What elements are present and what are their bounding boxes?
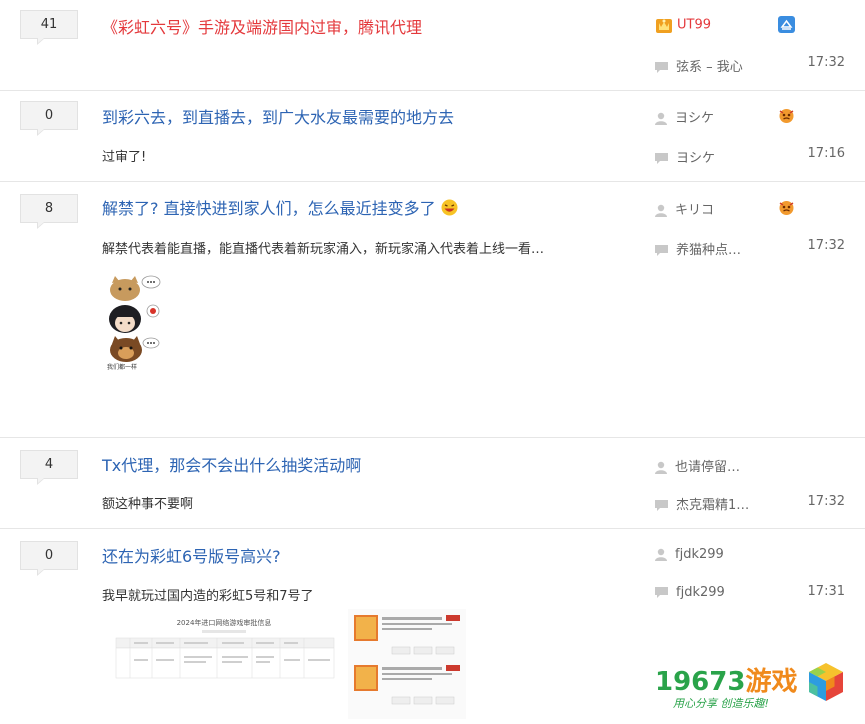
thread-excerpt: 我早就玩过国内造的彩虹5号和7号了 (102, 589, 314, 604)
last-reply-user: 养猫种点… (676, 243, 742, 258)
document-title: 2024年进口网络游戏审批信息 (176, 619, 272, 627)
thread-row: 0 到彩六去，到直播去，到广大水友最需要的地方去 过审了! ヨシケ ヨシケ 17… (0, 91, 865, 182)
sticker-image[interactable]: 我们都一样 (103, 274, 165, 371)
level-badge-icon (778, 16, 795, 33)
last-reply[interactable]: 养猫种点… (655, 239, 741, 258)
meme-faces-icon (109, 275, 161, 362)
reply-time: 17:16 (807, 146, 845, 161)
sticker-caption: 我们都一样 (107, 364, 138, 371)
emoji-badge-icon (779, 109, 794, 123)
thread-author[interactable]: fjdk299 (655, 547, 724, 562)
approval-document-image[interactable]: 2024年进口网络游戏审批信息 (112, 614, 336, 684)
chat-icon (655, 152, 668, 164)
author-name: ヨシケ (675, 111, 715, 126)
reply-count: 8 (20, 194, 78, 229)
game-entries-icon (348, 609, 466, 719)
thread-excerpt: 过审了! (102, 150, 147, 165)
last-reply[interactable]: 杰克霜精1… (655, 494, 749, 513)
last-reply[interactable]: ヨシケ (655, 147, 715, 166)
last-reply[interactable]: fjdk299 (655, 585, 725, 600)
thread-title[interactable]: Tx代理，那会不会出什么抽奖活动啊 (102, 452, 361, 476)
watermark-slogan: 用心分享 创造乐趣! (673, 697, 769, 710)
reply-count: 0 (20, 101, 78, 136)
reply-time: 17:31 (807, 584, 845, 599)
thread-title[interactable]: 解禁了? 直接快进到家人们，怎么最近挂变多了 (102, 195, 458, 219)
last-reply-user: 杰克霜精1… (676, 498, 750, 513)
user-icon (655, 548, 667, 561)
thread-title-text: 解禁了? 直接快进到家人们，怎么最近挂变多了 (102, 199, 436, 218)
emoji-badge-icon (779, 201, 794, 215)
author-name: UT99 (677, 17, 711, 33)
thread-title[interactable]: 到彩六去，到直播去，到广大水友最需要的地方去 (102, 104, 454, 128)
reply-time: 17:32 (807, 494, 845, 509)
thread-author[interactable]: キリコ (655, 199, 714, 218)
cube-logo-icon (809, 663, 843, 701)
thread-row: 41 《彩虹六号》手游及端游国内过审，腾讯代理 UT99 弦系 – 我心 17:… (0, 0, 865, 91)
last-reply-user: fjdk299 (676, 585, 725, 600)
author-name: キリコ (675, 203, 715, 218)
last-reply[interactable]: 弦系 – 我心 (655, 56, 743, 75)
user-icon (655, 461, 667, 474)
chat-icon (655, 61, 668, 73)
user-icon (655, 204, 667, 217)
reply-count: 4 (20, 450, 78, 485)
reply-count: 41 (20, 10, 78, 45)
site-watermark: 19673游戏 用心分享 创造乐趣! (655, 661, 855, 721)
chat-icon (655, 499, 668, 511)
watermark-logo-text: 19673游戏 (655, 661, 797, 698)
author-name: 也请停留… (675, 460, 741, 475)
last-reply-user: ヨシケ (676, 151, 716, 166)
thread-excerpt: 解禁代表着能直播，能直播代表着新玩家涌入，新玩家涌入代表着上线一看… (102, 242, 545, 257)
reply-time: 17:32 (807, 55, 845, 70)
thread-row: 4 Tx代理，那会不会出什么抽奖活动啊 额这种事不要啊 也请停留… 杰克霜精1…… (0, 438, 865, 529)
watermark-number: 19673 (655, 667, 746, 697)
thread-title[interactable]: 还在为彩虹6号版号高兴? (102, 543, 281, 567)
thread-row: 8 解禁了? 直接快进到家人们，怎么最近挂变多了 解禁代表着能直播，能直播代表着… (0, 182, 865, 438)
game-list-screenshot[interactable] (348, 609, 466, 719)
thread-author[interactable]: ヨシケ (655, 107, 714, 126)
laughing-emoji-icon (441, 199, 458, 216)
reply-time: 17:32 (807, 238, 845, 253)
reply-count: 0 (20, 541, 78, 576)
crown-badge-icon (656, 19, 672, 33)
author-name: fjdk299 (675, 547, 724, 562)
watermark-cn: 游戏 (745, 667, 798, 697)
thread-author[interactable]: UT99 (655, 16, 711, 34)
thread-title[interactable]: 《彩虹六号》手游及端游国内过审，腾讯代理 (102, 14, 422, 38)
last-reply-user: 弦系 – 我心 (676, 60, 743, 75)
chat-icon (655, 244, 668, 256)
thread-author[interactable]: 也请停留… (655, 456, 740, 475)
chat-icon (655, 586, 668, 598)
thread-row: 0 还在为彩虹6号版号高兴? 我早就玩过国内造的彩虹5号和7号了 fjdk299… (0, 529, 865, 724)
user-icon (655, 112, 667, 125)
thread-excerpt: 额这种事不要啊 (102, 497, 194, 512)
